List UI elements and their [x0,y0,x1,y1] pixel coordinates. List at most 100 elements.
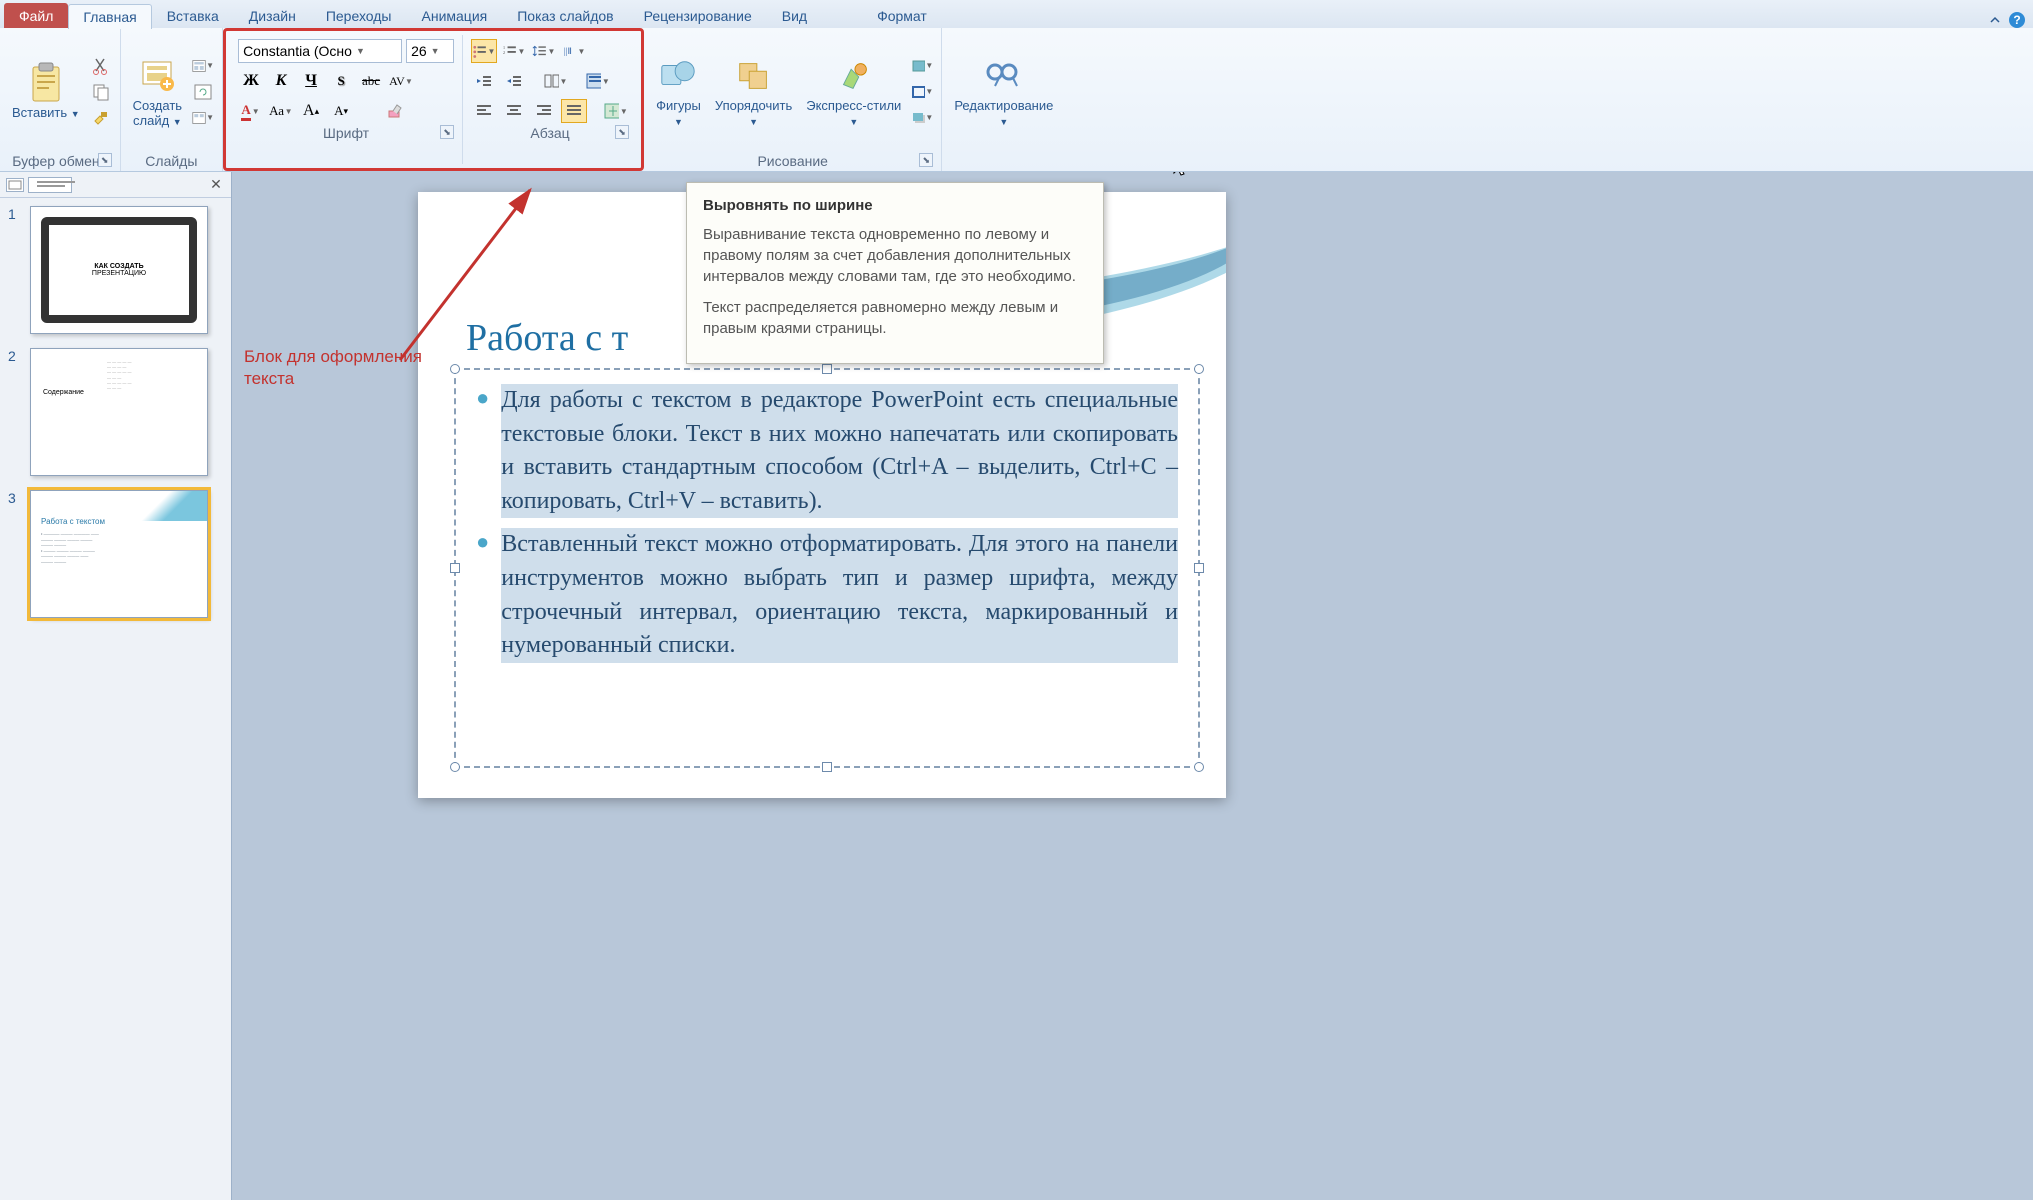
tooltip-p2: Текст распределяется равномерно между ле… [703,297,1087,339]
font-name-combo[interactable]: Constantia (Осно▼ [238,39,402,63]
increase-indent-button[interactable] [501,69,527,93]
handle-br[interactable] [1194,762,1204,772]
slides-label: Слайды [129,151,214,169]
quick-styles-icon [834,56,874,96]
handle-bm[interactable] [822,762,832,772]
drawing-label: Рисование [757,153,828,169]
thumbnail-2[interactable]: 2 Содержание— — — — —— — — —— — — — —— —… [8,348,223,476]
columns-button[interactable]: ▼ [543,69,569,93]
group-font: Constantia (Осно▼ 26▼ Ж К Ч S abc AV▼ А▼… [230,35,463,164]
handle-mr[interactable] [1194,563,1204,573]
font-color-button[interactable]: А▼ [238,99,264,123]
quick-styles-button[interactable]: Экспресс-стили▼ [802,54,905,130]
group-clipboard: Вставить ▼ Буфер обмена⬊ [0,28,121,171]
tooltip: Выровнять по ширине Выравнивание текста … [686,182,1104,364]
change-case-button[interactable]: Аа▼ [268,99,294,123]
cut-button[interactable] [90,56,112,76]
bullet-1[interactable]: ● Для работы с текстом в редакторе Power… [476,384,1178,518]
thumbnail-1[interactable]: 1 КАК СОЗДАТЬПРЕЗЕНТАЦИЮ [8,206,223,334]
slides-tab[interactable] [6,178,24,192]
outline-tab[interactable] [28,177,72,193]
handle-tl[interactable] [450,364,460,374]
new-slide-button[interactable]: Создатьслайд ▼ [129,54,186,130]
ribbon: Вставить ▼ Буфер обмена⬊ Создатьслайд ▼ … [0,28,2033,172]
handle-bl[interactable] [450,762,460,772]
align-center-button[interactable] [501,99,527,123]
slide-panel: ✕ 1 КАК СОЗДАТЬПРЕЗЕНТАЦИЮ 2 Содержание—… [0,172,232,1200]
highlighted-groups: Constantia (Осно▼ 26▼ Ж К Ч S abc AV▼ А▼… [223,28,644,171]
help-icon[interactable]: ? [2009,12,2025,28]
shape-fill-button[interactable]: ▼ [911,56,933,76]
smartart-button[interactable]: ▼ [603,99,629,123]
tab-transitions[interactable]: Переходы [311,3,407,28]
thumbnail-3[interactable]: 3 Работа с текстом• ———— ——— ———— ————— … [8,490,223,618]
tab-review[interactable]: Рецензирование [629,3,767,28]
justify-button[interactable] [561,99,587,123]
svg-text:||Ⅱ: ||Ⅱ [564,46,572,56]
shadow-button[interactable]: S [328,69,354,93]
align-right-button[interactable] [531,99,557,123]
arrange-button[interactable]: Упорядочить▼ [711,54,796,130]
paragraph-launcher[interactable]: ⬊ [615,125,629,139]
strikethrough-button[interactable]: abc [358,69,384,93]
shape-effects-button[interactable]: ▼ [911,108,933,128]
bullets-button[interactable]: ▼ [471,39,497,63]
grow-font-button[interactable]: А▴ [298,99,324,123]
tab-format[interactable]: Формат [862,3,942,28]
clipboard-launcher[interactable]: ⬊ [98,153,112,167]
handle-ml[interactable] [450,563,460,573]
reset-button[interactable] [192,82,214,102]
bullet-icon: ● [476,528,489,662]
arrange-icon [734,56,774,96]
copy-button[interactable] [90,82,112,102]
italic-button[interactable]: К [268,69,294,93]
align-text-button[interactable]: ▼ [585,69,611,93]
align-left-button[interactable] [471,99,497,123]
tab-home[interactable]: Главная [68,4,151,29]
minimize-ribbon-icon[interactable] [1987,12,2003,28]
layout-button[interactable]: ▼ [192,56,214,76]
bold-button[interactable]: Ж [238,69,264,93]
shapes-icon [658,56,698,96]
underline-button[interactable]: Ч [298,69,324,93]
find-icon [984,56,1024,96]
numbering-button[interactable]: 12▼ [501,39,527,63]
group-drawing: Фигуры▼ Упорядочить▼ Экспресс-стили▼ ▼ ▼… [644,28,942,171]
svg-text:2: 2 [503,50,506,55]
format-painter-button[interactable] [90,108,112,128]
section-button[interactable]: ▼ [192,108,214,128]
tab-animation[interactable]: Анимация [407,3,503,28]
decrease-indent-button[interactable] [471,69,497,93]
bullet-2[interactable]: ● Вставленный текст можно отформатироват… [476,528,1178,662]
new-slide-label-2: слайд [133,113,169,128]
clear-formatting-button[interactable] [382,99,408,123]
tab-design[interactable]: Дизайн [234,3,311,28]
content-textbox[interactable]: ● Для работы с текстом в редакторе Power… [454,368,1200,768]
font-launcher[interactable]: ⬊ [440,125,454,139]
bullet-icon: ● [476,384,489,518]
slide-canvas[interactable]: Блок для оформления текста Работа с т ● [232,172,2033,1200]
tab-insert[interactable]: Вставка [152,3,234,28]
panel-close-button[interactable]: ✕ [207,176,225,194]
font-size-combo[interactable]: 26▼ [406,39,454,63]
shrink-font-button[interactable]: А▾ [328,99,354,123]
annotation-label: Блок для оформления текста [244,346,422,390]
ribbon-tabs: Файл Главная Вставка Дизайн Переходы Ани… [0,0,2033,28]
shape-outline-button[interactable]: ▼ [911,82,933,102]
tab-file[interactable]: Файл [4,3,68,28]
char-spacing-button[interactable]: AV▼ [388,69,414,93]
handle-tm[interactable] [822,364,832,374]
new-slide-label-1: Создать [133,98,182,113]
paste-button[interactable]: Вставить ▼ [8,61,84,122]
new-slide-icon [137,56,177,96]
drawing-launcher[interactable]: ⬊ [919,153,933,167]
editing-button[interactable]: Редактирование▼ [950,54,1057,130]
slide-title[interactable]: Работа с т [466,316,628,360]
handle-tr[interactable] [1194,364,1204,374]
shapes-button[interactable]: Фигуры▼ [652,54,705,130]
line-spacing-button[interactable]: ▼ [531,39,557,63]
text-direction-button[interactable]: ||Ⅱ▼ [561,39,587,63]
tooltip-p1: Выравнивание текста одновременно по лево… [703,224,1087,287]
tab-slideshow[interactable]: Показ слайдов [502,3,628,28]
tab-view[interactable]: Вид [767,3,822,28]
